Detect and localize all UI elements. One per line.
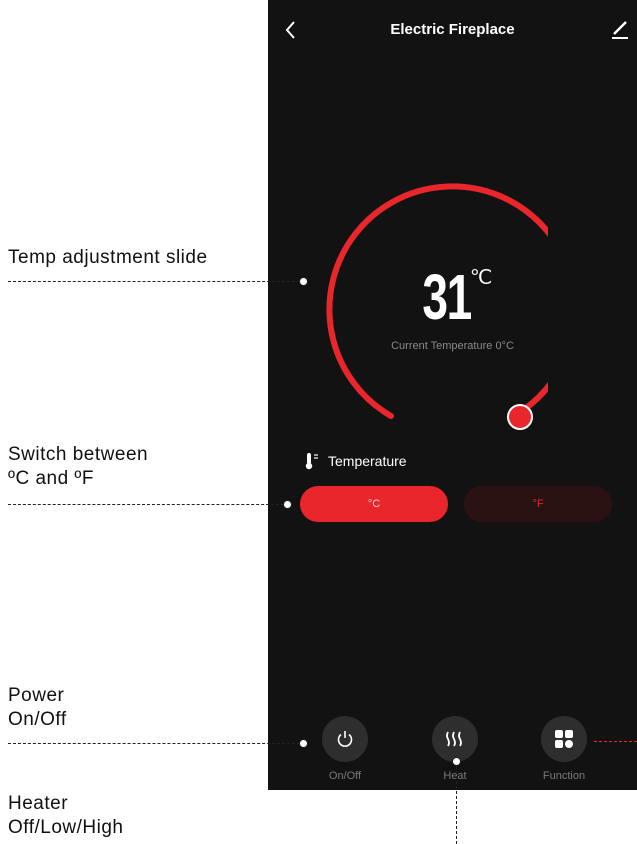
function-button[interactable] [541,716,587,762]
heat-control[interactable]: Heat [420,716,490,782]
annotation-switch-line1: Switch between [8,444,149,465]
onoff-label: On/Off [328,770,362,782]
temperature-section-label: Temperature [304,452,407,470]
leader-line-heater [456,766,457,844]
grid-icon [555,730,573,748]
heat-button[interactable] [432,716,478,762]
temperature-readout: 31℃ [268,265,637,329]
current-temperature: Current Temperature 0°C [391,340,514,352]
temperature-value: 31 [422,261,472,333]
temperature-unit: ℃ [469,267,493,289]
leader-line-function [594,741,637,742]
header: Electric Fireplace [268,0,637,60]
leader-dot-temp [299,277,308,286]
heat-icon [446,731,462,747]
annotation-power: Power On/Off [8,684,67,732]
thermometer-icon [305,453,318,470]
annotation-heater: Heater Off/Low/High [8,792,123,840]
onoff-button[interactable] [322,716,368,762]
annotation-power-line2: On/Off [8,709,67,730]
leader-dot-power [299,739,308,748]
temperature-label: Temperature [328,453,407,469]
leader-line-switch [8,504,284,505]
leader-line-temp [8,281,300,282]
annotation-switch-line2: ºC and ºF [8,468,94,489]
edit-icon[interactable] [609,18,631,40]
celsius-button[interactable]: °C [300,486,448,522]
phone-screen: Electric Fireplace 31℃ Current Temperatu… [268,0,637,790]
leader-dot-heater [452,757,461,766]
leader-dot-switch [283,500,292,509]
annotation-temp-slide: Temp adjustment slide [8,247,208,268]
page-title: Electric Fireplace [390,21,515,38]
annotation-switch: Switch between ºC and ºF [8,443,148,491]
annotation-power-line1: Power [8,685,65,706]
annotation-heater-line1: Heater [8,793,69,814]
power-icon [337,731,353,747]
fahrenheit-button[interactable]: °F [464,486,612,522]
dial-handle [507,404,533,430]
function-control[interactable]: Function [529,716,599,782]
function-label: Function [542,770,586,782]
leader-line-power [8,743,300,744]
onoff-control[interactable]: On/Off [310,716,380,782]
annotation-heater-line2: Off/Low/High [8,817,124,838]
heat-label: Heat [443,770,467,782]
